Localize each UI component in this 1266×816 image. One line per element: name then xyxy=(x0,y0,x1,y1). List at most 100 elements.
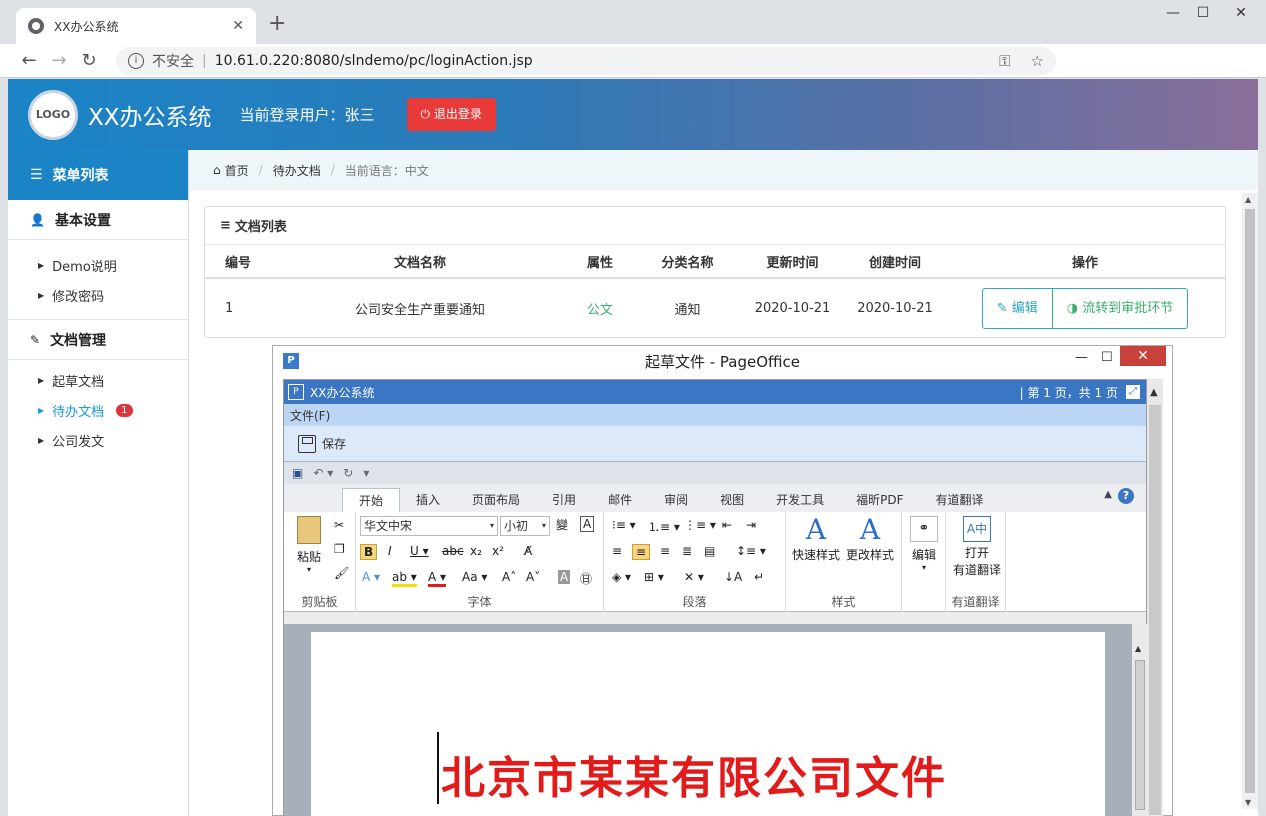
window-close-button[interactable]: ✕ xyxy=(1226,0,1256,26)
numbering-icon[interactable]: ⒈≡ ▾ xyxy=(648,518,680,535)
tab-view[interactable]: 视图 xyxy=(704,488,760,512)
text-effects-icon[interactable]: A ▾ xyxy=(362,570,380,584)
chinese-layout-icon[interactable]: ✕ ▾ xyxy=(684,570,704,584)
scroll-up-arrow-icon[interactable]: ▲ xyxy=(1150,387,1158,398)
menu-file[interactable]: 文件(F) xyxy=(290,407,330,424)
redo-icon[interactable]: ↻ xyxy=(343,466,353,480)
clear-format-icon[interactable]: A̸ xyxy=(524,544,532,558)
pageoffice-outer-scrollbar[interactable]: ▲ xyxy=(1147,379,1163,816)
undo-icon[interactable]: ↶ ▾ xyxy=(313,466,333,480)
back-arrow-icon[interactable]: ← xyxy=(14,50,44,71)
decrease-indent-icon[interactable]: ⇤ xyxy=(722,518,732,532)
align-center-icon[interactable]: ≡ xyxy=(632,544,651,560)
url-text[interactable]: 10.61.0.220:8080/slndemo/pc/loginAction.… xyxy=(215,53,999,69)
font-size-select[interactable]: 小初 ▾ xyxy=(500,516,550,536)
open-translate-button[interactable]: A中 打开 有道翻译 xyxy=(948,516,1006,578)
tab-close-icon[interactable]: ✕ xyxy=(232,18,244,34)
sidebar-item-todo-doc[interactable]: ▶ 待办文档 1 xyxy=(8,395,188,425)
reload-icon[interactable]: ↻ xyxy=(74,50,104,71)
font-color-icon[interactable]: A ▾ xyxy=(428,570,447,587)
strikethrough-button[interactable]: abc xyxy=(442,544,464,558)
justify-icon[interactable]: ≣ xyxy=(682,544,692,558)
browser-tab[interactable]: XX办公系统 ✕ xyxy=(16,8,256,44)
change-case-icon[interactable]: Aa ▾ xyxy=(462,570,487,584)
sidebar-group-basic-settings[interactable]: 👤 基本设置 xyxy=(8,200,188,240)
char-border-icon[interactable]: A xyxy=(580,516,595,532)
quick-styles-button[interactable]: A 快速样式 xyxy=(790,514,842,563)
document-scrollbar-thumb[interactable] xyxy=(1135,660,1145,810)
po-minimize-button[interactable]: — xyxy=(1075,350,1088,365)
tab-foxit-pdf[interactable]: 福昕PDF xyxy=(840,488,919,512)
tab-mailings[interactable]: 邮件 xyxy=(592,488,648,512)
sidebar-group-doc-management[interactable]: ✎ 文档管理 xyxy=(8,320,188,360)
scrollbar-thumb[interactable] xyxy=(1245,209,1255,793)
tab-review[interactable]: 审阅 xyxy=(648,488,704,512)
forward-arrow-icon[interactable]: → xyxy=(44,50,74,71)
save-button[interactable]: 保存 xyxy=(298,434,346,453)
info-icon[interactable]: i xyxy=(128,53,144,69)
tab-home[interactable]: 开始 xyxy=(342,488,401,512)
grow-font-icon[interactable]: A˄ xyxy=(502,570,516,584)
char-shading-icon[interactable]: A xyxy=(558,570,571,584)
star-icon[interactable]: ☆ xyxy=(1031,52,1044,70)
highlight-color-icon[interactable]: ab ▾ xyxy=(392,570,417,587)
multilevel-list-icon[interactable]: ⋮≡ ▾ xyxy=(684,518,716,532)
superscript-button[interactable]: x² xyxy=(492,544,504,558)
flow-to-approval-button[interactable]: ◑ 流转到审批环节 xyxy=(1051,288,1188,328)
customize-qat-icon[interactable]: ▾ xyxy=(363,466,369,480)
po-maximize-button[interactable]: ☐ xyxy=(1101,350,1113,365)
scroll-up-arrow-icon[interactable]: ▲ xyxy=(1135,644,1141,653)
enclose-char-icon[interactable]: ㊐ xyxy=(580,570,592,587)
po-close-button[interactable]: ✕ xyxy=(1120,346,1166,366)
align-left-icon[interactable]: ≡ xyxy=(612,544,622,558)
new-tab-button[interactable]: + xyxy=(268,12,286,36)
increase-indent-icon[interactable]: ⇥ xyxy=(746,518,756,532)
paste-button[interactable]: 粘贴 ▾ xyxy=(292,516,326,574)
address-input[interactable]: i 不安全 | 10.61.0.220:8080/slndemo/pc/logi… xyxy=(116,47,1056,75)
tab-insert[interactable]: 插入 xyxy=(400,488,456,512)
phonetic-guide-icon[interactable]: 變 xyxy=(556,516,568,533)
tab-developer[interactable]: 开发工具 xyxy=(760,488,840,512)
fullscreen-icon[interactable]: ⤢ xyxy=(1126,385,1140,399)
show-marks-icon[interactable]: ↵ xyxy=(754,570,764,584)
underline-button[interactable]: U ▾ xyxy=(410,544,429,558)
window-maximize-button[interactable]: ☐ xyxy=(1188,0,1218,26)
key-icon[interactable]: ⚿ xyxy=(999,52,1010,70)
tab-page-layout[interactable]: 页面布局 xyxy=(456,488,536,512)
window-minimize-button[interactable]: — xyxy=(1158,0,1188,26)
page-scrollbar[interactable]: ▲ ▼ xyxy=(1242,193,1258,809)
line-spacing-icon[interactable]: ↕≡ ▾ xyxy=(736,544,766,558)
edit-button[interactable]: ✎ 编辑 xyxy=(983,288,1053,328)
bullets-icon[interactable]: ⁝≡ ▾ xyxy=(612,518,636,532)
editing-button[interactable]: ⚭ 编辑 ▾ xyxy=(906,516,942,572)
sidebar-item-draft-doc[interactable]: ▶ 起草文档 xyxy=(8,365,188,395)
change-styles-button[interactable]: A 更改样式 xyxy=(844,514,896,563)
bold-button[interactable]: B xyxy=(360,544,378,560)
outer-scrollbar-thumb[interactable] xyxy=(1149,405,1161,815)
scroll-down-arrow-icon[interactable]: ▼ xyxy=(1245,798,1251,807)
save-icon[interactable]: ▣ xyxy=(292,466,303,480)
borders-icon[interactable]: ⊞ ▾ xyxy=(644,570,664,584)
sidebar-item-demo[interactable]: ▶ Demo说明 xyxy=(8,250,188,280)
breadcrumb-home[interactable]: 首页 xyxy=(225,162,249,179)
subscript-button[interactable]: x₂ xyxy=(470,544,482,558)
document-scrollbar[interactable]: ▲ xyxy=(1132,624,1148,816)
document-page[interactable]: 北京市某某有限公司文件 xyxy=(311,632,1105,816)
shading-icon[interactable]: ◈ ▾ xyxy=(612,570,631,584)
sort-icon[interactable]: ↓A xyxy=(724,570,742,584)
sidebar-item-company-docs[interactable]: ▶ 公司发文 xyxy=(8,425,188,455)
scroll-up-arrow-icon[interactable]: ▲ xyxy=(1245,195,1251,204)
tab-youdao[interactable]: 有道翻译 xyxy=(920,488,1000,512)
font-name-select[interactable]: 华文中宋 ▾ xyxy=(360,516,498,536)
breadcrumb-page[interactable]: 待办文档 xyxy=(273,162,321,179)
document-heading[interactable]: 北京市某某有限公司文件 xyxy=(441,742,947,806)
distributed-icon[interactable]: ▤ xyxy=(704,544,715,558)
cut-icon[interactable]: ✂ xyxy=(334,518,344,532)
sidebar-item-change-password[interactable]: ▶ 修改密码 xyxy=(8,280,188,310)
logout-button[interactable]: ⏻ 退出登录 xyxy=(406,98,496,131)
align-right-icon[interactable]: ≡ xyxy=(660,544,670,558)
tab-references[interactable]: 引用 xyxy=(536,488,592,512)
help-icon[interactable]: ? xyxy=(1118,488,1134,504)
format-painter-icon[interactable]: 🖌 xyxy=(334,566,349,580)
italic-button[interactable]: I xyxy=(388,544,392,558)
